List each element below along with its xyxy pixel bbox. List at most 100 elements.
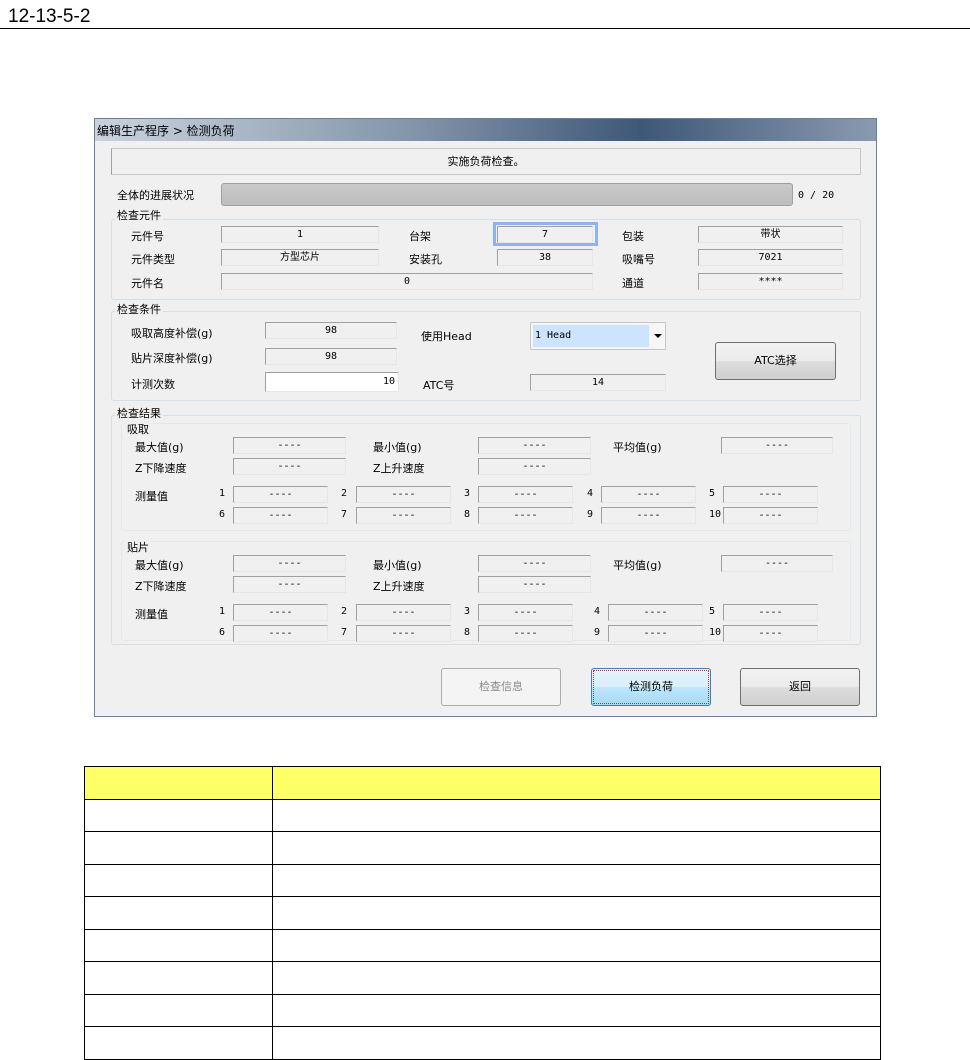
measure-index: 10 (709, 509, 722, 520)
table-row (84, 896, 881, 930)
min-label: 最小值(g) (373, 441, 422, 454)
measure-field: ---- (478, 604, 573, 621)
measure-index: 6 (219, 509, 226, 520)
table-cell (84, 831, 273, 865)
package-field: 带状 (698, 226, 843, 243)
measure-index: 7 (341, 627, 348, 638)
z-down-field: ---- (233, 458, 346, 475)
min-field: ---- (478, 437, 591, 454)
measure-index: 7 (341, 509, 348, 520)
results-group-label: 检查结果 (115, 405, 163, 421)
measure-field: ---- (478, 625, 573, 642)
table-cell (272, 831, 881, 865)
z-up-label: Z上升速度 (373, 462, 425, 475)
measure-field: ---- (601, 507, 696, 524)
table-cell (84, 928, 273, 962)
measure-index: 5 (709, 488, 716, 499)
name-label: 元件名 (131, 277, 164, 290)
measure-index: 6 (219, 627, 226, 638)
z-up-field: ---- (478, 576, 591, 593)
header-rule (0, 28, 970, 29)
chevron-down-icon (654, 334, 662, 338)
measure-label: 测量值 (135, 608, 168, 621)
measure-field: ---- (608, 604, 703, 621)
nozzle-label: 吸嘴号 (622, 253, 655, 266)
avg-field: ---- (721, 437, 833, 454)
z-up-field: ---- (478, 458, 591, 475)
table-row (84, 928, 881, 962)
table-cell (84, 863, 273, 897)
progress-label: 全体的进展状况 (117, 189, 194, 202)
table-cell (84, 961, 273, 995)
table-row (84, 863, 881, 897)
table-cell (272, 928, 881, 962)
avg-field: ---- (721, 555, 833, 572)
table-header-cell (84, 766, 273, 800)
back-button[interactable]: 返回 (740, 668, 860, 706)
measure-index: 4 (587, 488, 594, 499)
table-cell (272, 863, 881, 897)
head-select[interactable]: 1 Head (530, 322, 666, 350)
measure-field: ---- (233, 625, 328, 642)
z-down-label: Z下降速度 (135, 462, 187, 475)
measure-index: 2 (341, 488, 348, 499)
table-cell (84, 798, 273, 832)
detect-load-button[interactable]: 检测负荷 (591, 668, 711, 706)
measure-field: ---- (608, 625, 703, 642)
progress-text: 0 / 20 (798, 190, 835, 201)
measure-index: 3 (464, 606, 471, 617)
pick-group-label: 吸取 (125, 421, 151, 437)
title-bar[interactable]: 编辑生产程序 > 检测负荷 (95, 119, 876, 141)
part-no-label: 元件号 (131, 230, 164, 243)
place-comp-label: 贴片深度补偿(g) (131, 352, 213, 365)
conditions-group-label: 检查条件 (115, 301, 163, 317)
z-down-field: ---- (233, 576, 346, 593)
min-field: ---- (478, 555, 591, 572)
measure-index: 10 (709, 627, 722, 638)
measure-index: 3 (464, 488, 471, 499)
avg-label: 平均值(g) (613, 559, 662, 572)
type-field: 方型芯片 (221, 249, 379, 266)
max-field: ---- (233, 555, 346, 572)
measure-label: 测量值 (135, 490, 168, 503)
rack-label: 台架 (409, 230, 431, 243)
measure-field: ---- (723, 604, 818, 621)
table-row (84, 993, 881, 1027)
measure-index: 4 (594, 606, 601, 617)
count-input[interactable]: 10 (265, 372, 399, 392)
table-cell (84, 1026, 273, 1060)
table-row (84, 831, 881, 865)
head-label: 使用Head (421, 330, 472, 343)
atc-label: ATC号 (423, 379, 455, 392)
rack-field[interactable]: 7 (497, 226, 593, 243)
avg-label: 平均值(g) (613, 441, 662, 454)
table-cell (272, 798, 881, 832)
type-label: 元件类型 (131, 253, 175, 266)
measure-field: ---- (478, 486, 573, 503)
hole-label: 安装孔 (409, 253, 442, 266)
z-down-label: Z下降速度 (135, 580, 187, 593)
table-row (84, 798, 881, 832)
measure-index: 5 (709, 606, 716, 617)
place-comp-field: 98 (265, 348, 397, 365)
measure-field: ---- (233, 507, 328, 524)
pick-comp-label: 吸取高度补偿(g) (131, 327, 213, 340)
measure-field: ---- (233, 486, 328, 503)
table-header-row (84, 766, 881, 800)
table-cell (84, 896, 273, 930)
measure-field: ---- (356, 625, 451, 642)
check-info-button[interactable]: 检查信息 (441, 668, 561, 706)
measure-field: ---- (233, 604, 328, 621)
document-section-number: 12-13-5-2 (8, 6, 91, 27)
head-select-value: 1 Head (533, 325, 649, 347)
description-table (84, 766, 881, 1060)
channel-field: **** (698, 273, 843, 290)
atc-select-button[interactable]: ATC选择 (715, 342, 836, 380)
table-row (84, 1026, 881, 1060)
measure-field: ---- (723, 625, 818, 642)
table-cell (272, 993, 881, 1027)
table-row (84, 961, 881, 995)
measure-field: ---- (356, 507, 451, 524)
hole-field: 38 (497, 249, 593, 266)
count-label: 计测次数 (131, 378, 175, 391)
